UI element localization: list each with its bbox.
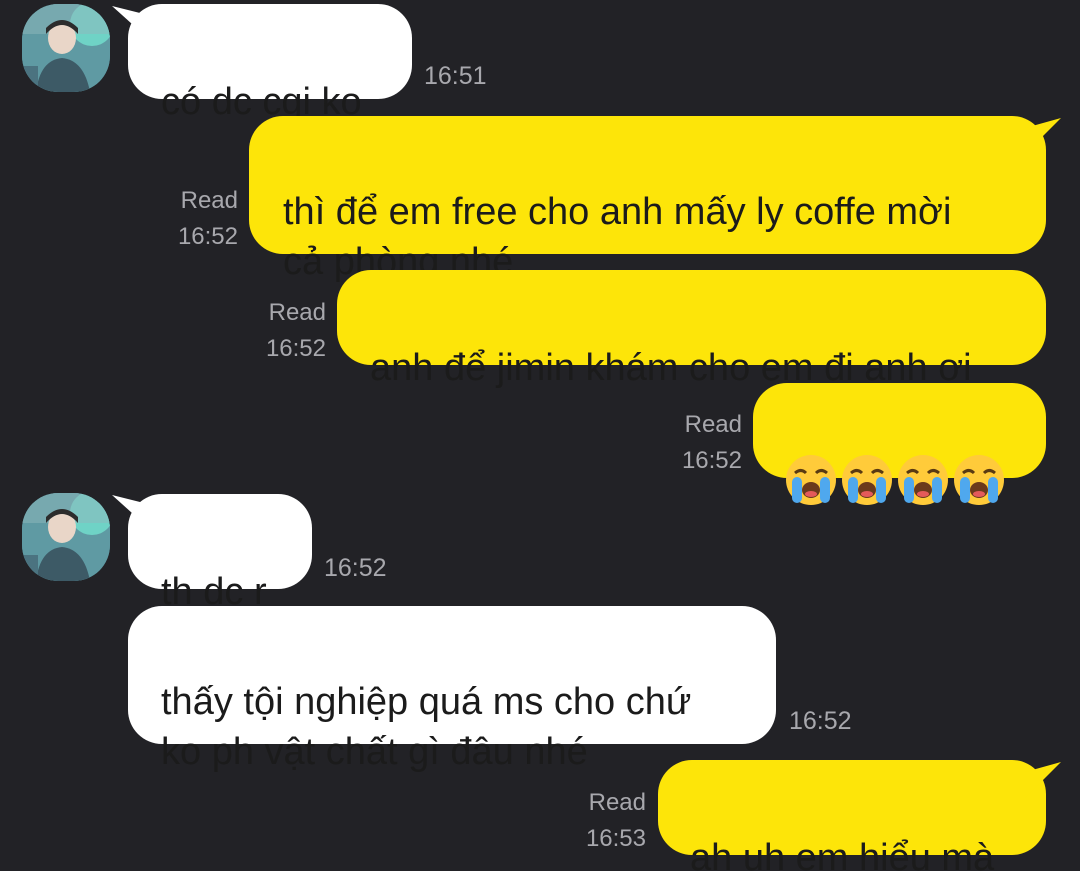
outgoing-message-bubble[interactable]: thì để em free cho anh mấy ly coffe mời … [249,116,1046,283]
outgoing-bubble-tail [1025,118,1061,154]
loudly-crying-face-icon [786,455,836,505]
read-receipt: Read 16:52 [150,183,238,255]
incoming-message-bubble[interactable]: th dc r [128,494,312,613]
message-text: thấy tội nghiệp quá ms cho chứ ko ph vật… [161,681,692,773]
contact-avatar[interactable] [22,4,110,92]
contact-avatar[interactable] [22,493,110,581]
message-timestamp: 16:53 [585,825,646,852]
message-timestamp: 16:51 [424,62,487,90]
read-receipt: Read 16:53 [558,785,646,857]
outgoing-message-bubble[interactable]: anh để jimin khám cho em đi anh ơi [337,270,1046,389]
read-receipt: Read 16:52 [238,295,326,367]
read-label: Read [268,299,326,326]
message-timestamp: 16:52 [324,554,387,582]
message-timestamp: 16:52 [681,447,742,474]
read-label: Read [180,187,238,214]
message-timestamp: 16:52 [177,223,238,250]
emoji-row [784,453,1046,507]
read-label: Read [588,789,646,816]
outgoing-message-bubble[interactable] [753,383,1046,505]
avatar-photo [22,4,110,92]
incoming-message-bubble[interactable]: thấy tội nghiệp quá ms cho chứ ko ph vật… [128,606,776,773]
avatar-photo [22,493,110,581]
loudly-crying-face-icon [954,455,1004,505]
outgoing-message-bubble[interactable]: ah uh em hiểu mà [658,760,1046,871]
message-text: ah uh em hiểu mà [690,837,995,871]
loudly-crying-face-icon [842,455,892,505]
loudly-crying-face-icon [898,455,948,505]
read-receipt: Read 16:52 [654,407,742,479]
read-label: Read [684,411,742,438]
incoming-message-bubble[interactable]: có dc cgi ko [128,4,412,123]
outgoing-bubble-tail [1025,762,1061,798]
message-timestamp: 16:52 [789,707,852,735]
message-timestamp: 16:52 [265,335,326,362]
